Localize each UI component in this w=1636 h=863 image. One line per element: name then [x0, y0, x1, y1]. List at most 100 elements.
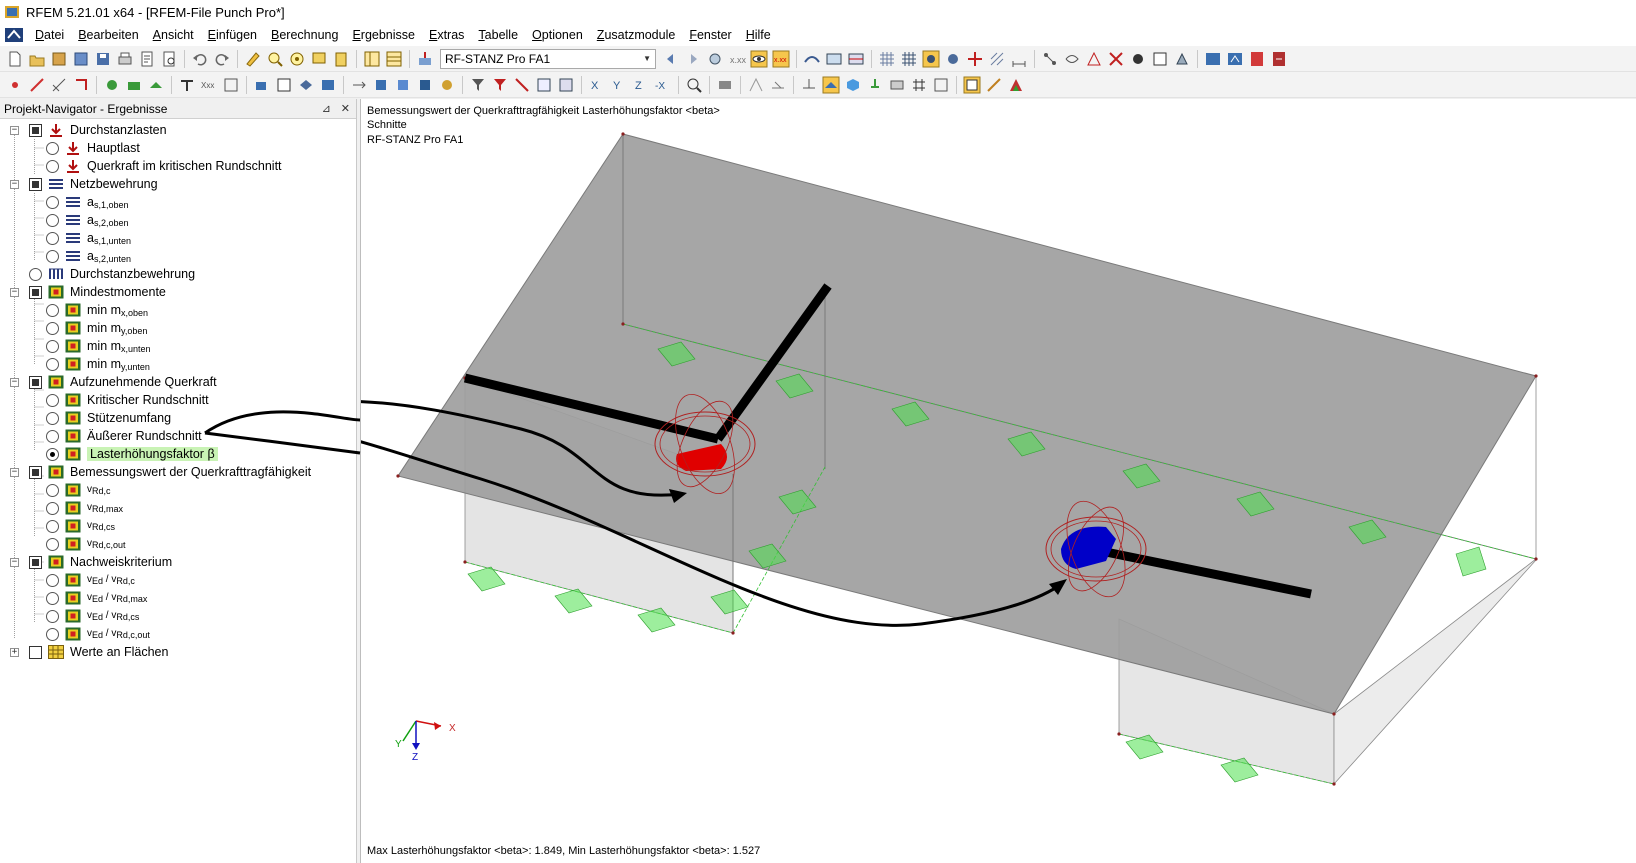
surface-icon[interactable]: [1150, 49, 1170, 69]
tree-item-min-my-unten[interactable]: min my,unten: [0, 355, 356, 373]
tree-item-as1-oben[interactable]: as,1,oben: [0, 193, 356, 211]
tree-group-bemessungswert[interactable]: − Bemessungswert der Querkrafttragfähigk…: [0, 463, 356, 481]
tree-item-lasterhoehungsfaktor-beta[interactable]: Lasterhöhungsfaktor β: [0, 445, 356, 463]
solid-render-icon[interactable]: [768, 75, 788, 95]
model-3d-view[interactable]: X Y Z: [361, 99, 1636, 863]
group-checkbox[interactable]: [29, 177, 42, 191]
result-radio[interactable]: [46, 195, 59, 209]
collapse-icon[interactable]: −: [10, 179, 19, 189]
render-icon[interactable]: [715, 75, 735, 95]
deformation-icon[interactable]: [802, 49, 822, 69]
tree-group-durchstanzbewehrung[interactable]: Durchstanzbewehrung: [0, 265, 356, 283]
load-case-icon[interactable]: [415, 49, 435, 69]
tree-group-netzbewehrung[interactable]: − Netzbewehrung: [0, 175, 356, 193]
menu-bearbeiten[interactable]: Bearbeiten: [71, 28, 145, 42]
collapse-icon[interactable]: −: [10, 557, 19, 567]
previous-icon[interactable]: [661, 49, 681, 69]
load-surface-icon[interactable]: [146, 75, 166, 95]
document-icon[interactable]: [0, 25, 28, 45]
tree-item-as2-oben[interactable]: as,2,oben: [0, 211, 356, 229]
printout-report-icon[interactable]: [137, 49, 157, 69]
tree-group-durchstanzlasten[interactable]: − Durchstanzlasten: [0, 121, 356, 139]
set-node-icon[interactable]: [5, 75, 25, 95]
box-view-icon[interactable]: [534, 75, 554, 95]
show-loads-icon[interactable]: [887, 75, 907, 95]
move-icon[interactable]: [349, 75, 369, 95]
group-checkbox[interactable]: [29, 123, 42, 137]
member-load-icon[interactable]: Xxx: [199, 75, 219, 95]
support-icon[interactable]: [1084, 49, 1104, 69]
chevron-down-icon[interactable]: ▼: [643, 54, 651, 63]
color-scale-icon[interactable]: [1006, 75, 1026, 95]
tree-item-ved-vrd-cs[interactable]: vEd / vRd,cs: [0, 607, 356, 625]
collapse-icon[interactable]: −: [10, 467, 19, 477]
result-radio[interactable]: [46, 303, 59, 317]
next-icon[interactable]: [683, 49, 703, 69]
menu-datei[interactable]: Datei: [28, 28, 71, 42]
tree-item-hauptlast[interactable]: Hauptlast: [0, 139, 356, 157]
load-generate-icon[interactable]: [124, 75, 144, 95]
new-file-icon[interactable]: [5, 49, 25, 69]
results-export-icon[interactable]: [1203, 49, 1223, 69]
show-surfaces-icon[interactable]: [821, 75, 841, 95]
result-radio[interactable]: [46, 321, 59, 335]
result-radio[interactable]: [46, 249, 59, 263]
result-radio[interactable]: [46, 231, 59, 245]
result-radio[interactable]: [46, 591, 59, 605]
collapse-icon[interactable]: −: [10, 125, 19, 135]
grid-icon[interactable]: [877, 49, 897, 69]
result-radio[interactable]: [46, 519, 59, 533]
menu-ergebnisse[interactable]: Ergebnisse: [345, 28, 422, 42]
result-radio[interactable]: [46, 393, 59, 407]
load-case-combo[interactable]: RF-STANZ Pro FA1 ▼: [440, 48, 656, 69]
result-radio[interactable]: [46, 627, 59, 641]
node-icon[interactable]: [1040, 49, 1060, 69]
redo-icon[interactable]: [212, 49, 232, 69]
result-radio[interactable]: [46, 483, 59, 497]
view-select-icon[interactable]: [252, 75, 272, 95]
view-y-icon[interactable]: Y: [609, 75, 629, 95]
result-radio[interactable]: [46, 537, 59, 551]
result-radio[interactable]: [46, 573, 59, 587]
pdf-export-icon[interactable]: [1247, 49, 1267, 69]
collapse-icon[interactable]: −: [10, 377, 19, 387]
menu-optionen[interactable]: Optionen: [525, 28, 590, 42]
menu-berechnung[interactable]: Berechnung: [264, 28, 345, 42]
show-supports-icon[interactable]: [865, 75, 885, 95]
load-wizard-icon[interactable]: [102, 75, 122, 95]
set-load-icon[interactable]: [71, 75, 91, 95]
grid-points-icon[interactable]: [899, 49, 919, 69]
edit-icon[interactable]: [243, 49, 263, 69]
view-x-icon[interactable]: X: [587, 75, 607, 95]
result-radio[interactable]: [46, 609, 59, 623]
target-icon[interactable]: [287, 49, 307, 69]
show-values-icon[interactable]: x.xx: [771, 49, 791, 69]
project-manager-icon[interactable]: [71, 49, 91, 69]
result-radio[interactable]: [46, 141, 59, 155]
member-icon[interactable]: [1128, 49, 1148, 69]
tree-item-aeusserer-rundschnitt[interactable]: Äußerer Rundschnitt: [0, 427, 356, 445]
menu-einfuegen[interactable]: Einfügen: [201, 28, 264, 42]
menu-hilfe[interactable]: Hilfe: [739, 28, 778, 42]
clipboard-icon[interactable]: [331, 49, 351, 69]
collapse-icon[interactable]: −: [10, 287, 19, 297]
filter-results-icon[interactable]: [490, 75, 510, 95]
open-file-icon[interactable]: [27, 49, 47, 69]
group-checkbox[interactable]: [29, 555, 42, 569]
result-radio[interactable]: [46, 213, 59, 227]
tree-item-as2-unten[interactable]: as,2,unten: [0, 247, 356, 265]
mirror-icon[interactable]: [393, 75, 413, 95]
zoom-icon[interactable]: [684, 75, 704, 95]
view-z-icon[interactable]: Z: [631, 75, 651, 95]
result-radio[interactable]: [46, 501, 59, 515]
hinge-icon[interactable]: [1106, 49, 1126, 69]
result-radio[interactable]: [46, 411, 59, 425]
close-icon[interactable]: ✕: [341, 102, 350, 115]
undo-icon[interactable]: [190, 49, 210, 69]
tree-group-aufzunehmende-querkraft[interactable]: − Aufzunehmende Querkraft: [0, 373, 356, 391]
view-box-icon[interactable]: [318, 75, 338, 95]
tree-item-min-mx-oben[interactable]: min mx,oben: [0, 301, 356, 319]
set-dimension-icon[interactable]: [49, 75, 69, 95]
dimension-icon[interactable]: [1009, 49, 1029, 69]
clip-icon[interactable]: [556, 75, 576, 95]
